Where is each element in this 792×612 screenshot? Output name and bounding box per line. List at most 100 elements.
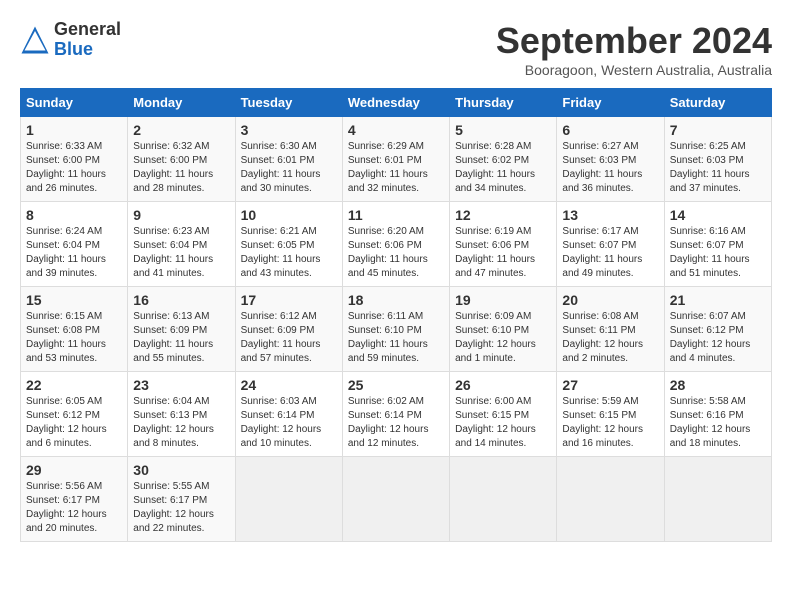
calendar-cell-w5-d7 bbox=[664, 457, 771, 542]
day-number: 21 bbox=[670, 292, 766, 308]
month-year-title: September 2024 bbox=[496, 20, 772, 62]
header-friday: Friday bbox=[557, 89, 664, 117]
day-number: 17 bbox=[241, 292, 337, 308]
calendar-cell-w3-d1: 15 Sunrise: 6:15 AM Sunset: 6:08 PM Dayli… bbox=[21, 287, 128, 372]
day-info: Sunrise: 6:00 AM Sunset: 6:15 PM Dayligh… bbox=[455, 395, 551, 451]
calendar-cell-w4-d1: 22 Sunrise: 6:05 AM Sunset: 6:12 PM Dayli… bbox=[21, 372, 128, 457]
day-info: Sunrise: 5:59 AM Sunset: 6:15 PM Dayligh… bbox=[562, 395, 658, 451]
calendar-cell-w2-d1: 8 Sunrise: 6:24 AM Sunset: 6:04 PM Daylig… bbox=[21, 202, 128, 287]
day-info: Sunrise: 5:56 AM Sunset: 6:17 PM Dayligh… bbox=[26, 480, 122, 536]
day-info: Sunrise: 6:03 AM Sunset: 6:14 PM Dayligh… bbox=[241, 395, 337, 451]
day-number: 27 bbox=[562, 377, 658, 393]
calendar-cell-w5-d2: 30 Sunrise: 5:55 AM Sunset: 6:17 PM Dayli… bbox=[128, 457, 235, 542]
day-info: Sunrise: 6:24 AM Sunset: 6:04 PM Dayligh… bbox=[26, 225, 122, 281]
calendar-cell-w3-d6: 20 Sunrise: 6:08 AM Sunset: 6:11 PM Dayli… bbox=[557, 287, 664, 372]
calendar-table: SundayMondayTuesdayWednesdayThursdayFrid… bbox=[20, 88, 772, 542]
day-info: Sunrise: 6:16 AM Sunset: 6:07 PM Dayligh… bbox=[670, 225, 766, 281]
day-number: 12 bbox=[455, 207, 551, 223]
calendar-cell-w4-d7: 28 Sunrise: 5:58 AM Sunset: 6:16 PM Dayli… bbox=[664, 372, 771, 457]
day-info: Sunrise: 6:33 AM Sunset: 6:00 PM Dayligh… bbox=[26, 140, 122, 196]
location-subtitle: Booragoon, Western Australia, Australia bbox=[496, 62, 772, 78]
page-header: General Blue September 2024 Booragoon, W… bbox=[20, 20, 772, 78]
day-number: 14 bbox=[670, 207, 766, 223]
day-number: 13 bbox=[562, 207, 658, 223]
day-number: 16 bbox=[133, 292, 229, 308]
day-info: Sunrise: 6:20 AM Sunset: 6:06 PM Dayligh… bbox=[348, 225, 444, 281]
day-info: Sunrise: 5:58 AM Sunset: 6:16 PM Dayligh… bbox=[670, 395, 766, 451]
day-info: Sunrise: 6:25 AM Sunset: 6:03 PM Dayligh… bbox=[670, 140, 766, 196]
calendar-cell-w2-d5: 12 Sunrise: 6:19 AM Sunset: 6:06 PM Dayli… bbox=[450, 202, 557, 287]
calendar-cell-w5-d4 bbox=[342, 457, 449, 542]
day-info: Sunrise: 6:29 AM Sunset: 6:01 PM Dayligh… bbox=[348, 140, 444, 196]
calendar-cell-w2-d7: 14 Sunrise: 6:16 AM Sunset: 6:07 PM Dayli… bbox=[664, 202, 771, 287]
day-info: Sunrise: 6:21 AM Sunset: 6:05 PM Dayligh… bbox=[241, 225, 337, 281]
calendar-cell-w1-d2: 2Sunrise: 6:32 AM Sunset: 6:00 PM Daylig… bbox=[128, 117, 235, 202]
day-info: Sunrise: 6:12 AM Sunset: 6:09 PM Dayligh… bbox=[241, 310, 337, 366]
day-number: 22 bbox=[26, 377, 122, 393]
calendar-cell-w4-d3: 24 Sunrise: 6:03 AM Sunset: 6:14 PM Dayli… bbox=[235, 372, 342, 457]
header-tuesday: Tuesday bbox=[235, 89, 342, 117]
day-number: 4 bbox=[348, 122, 444, 138]
calendar-cell-w5-d5 bbox=[450, 457, 557, 542]
day-info: Sunrise: 6:27 AM Sunset: 6:03 PM Dayligh… bbox=[562, 140, 658, 196]
day-number: 20 bbox=[562, 292, 658, 308]
week-row-5: 29 Sunrise: 5:56 AM Sunset: 6:17 PM Dayli… bbox=[21, 457, 772, 542]
day-number: 8 bbox=[26, 207, 122, 223]
day-number: 24 bbox=[241, 377, 337, 393]
day-number: 11 bbox=[348, 207, 444, 223]
logo: General Blue bbox=[20, 20, 121, 60]
calendar-cell-w1-d7: 7Sunrise: 6:25 AM Sunset: 6:03 PM Daylig… bbox=[664, 117, 771, 202]
week-row-2: 8 Sunrise: 6:24 AM Sunset: 6:04 PM Daylig… bbox=[21, 202, 772, 287]
day-number: 18 bbox=[348, 292, 444, 308]
day-number: 19 bbox=[455, 292, 551, 308]
day-info: Sunrise: 6:07 AM Sunset: 6:12 PM Dayligh… bbox=[670, 310, 766, 366]
day-info: Sunrise: 6:05 AM Sunset: 6:12 PM Dayligh… bbox=[26, 395, 122, 451]
day-info: Sunrise: 5:55 AM Sunset: 6:17 PM Dayligh… bbox=[133, 480, 229, 536]
title-block: September 2024 Booragoon, Western Austra… bbox=[496, 20, 772, 78]
calendar-cell-w3-d4: 18Sunrise: 6:11 AM Sunset: 6:10 PM Dayli… bbox=[342, 287, 449, 372]
calendar-cell-w1-d3: 3 Sunrise: 6:30 AM Sunset: 6:01 PM Daylig… bbox=[235, 117, 342, 202]
day-number: 15 bbox=[26, 292, 122, 308]
header-monday: Monday bbox=[128, 89, 235, 117]
calendar-cell-w1-d5: 5Sunrise: 6:28 AM Sunset: 6:02 PM Daylig… bbox=[450, 117, 557, 202]
calendar-cell-w2-d2: 9Sunrise: 6:23 AM Sunset: 6:04 PM Daylig… bbox=[128, 202, 235, 287]
calendar-cell-w4-d4: 25 Sunrise: 6:02 AM Sunset: 6:14 PM Dayli… bbox=[342, 372, 449, 457]
calendar-cell-w2-d3: 10 Sunrise: 6:21 AM Sunset: 6:05 PM Dayli… bbox=[235, 202, 342, 287]
day-number: 10 bbox=[241, 207, 337, 223]
day-info: Sunrise: 6:13 AM Sunset: 6:09 PM Dayligh… bbox=[133, 310, 229, 366]
day-info: Sunrise: 6:15 AM Sunset: 6:08 PM Dayligh… bbox=[26, 310, 122, 366]
logo-icon bbox=[20, 25, 50, 55]
day-number: 3 bbox=[241, 122, 337, 138]
day-info: Sunrise: 6:08 AM Sunset: 6:11 PM Dayligh… bbox=[562, 310, 658, 366]
calendar-cell-w3-d3: 17 Sunrise: 6:12 AM Sunset: 6:09 PM Dayli… bbox=[235, 287, 342, 372]
week-row-3: 15 Sunrise: 6:15 AM Sunset: 6:08 PM Dayli… bbox=[21, 287, 772, 372]
day-info: Sunrise: 6:19 AM Sunset: 6:06 PM Dayligh… bbox=[455, 225, 551, 281]
day-info: Sunrise: 6:04 AM Sunset: 6:13 PM Dayligh… bbox=[133, 395, 229, 451]
calendar-cell-w2-d4: 11 Sunrise: 6:20 AM Sunset: 6:06 PM Dayli… bbox=[342, 202, 449, 287]
day-number: 30 bbox=[133, 462, 229, 478]
header-sunday: Sunday bbox=[21, 89, 128, 117]
day-number: 25 bbox=[348, 377, 444, 393]
day-number: 6 bbox=[562, 122, 658, 138]
logo-text: General Blue bbox=[54, 20, 121, 60]
calendar-cell-w1-d4: 4 Sunrise: 6:29 AM Sunset: 6:01 PM Daylig… bbox=[342, 117, 449, 202]
calendar-cell-w5-d3 bbox=[235, 457, 342, 542]
header-thursday: Thursday bbox=[450, 89, 557, 117]
calendar-cell-w3-d2: 16 Sunrise: 6:13 AM Sunset: 6:09 PM Dayli… bbox=[128, 287, 235, 372]
calendar-cell-w4-d6: 27 Sunrise: 5:59 AM Sunset: 6:15 PM Dayli… bbox=[557, 372, 664, 457]
day-info: Sunrise: 6:02 AM Sunset: 6:14 PM Dayligh… bbox=[348, 395, 444, 451]
day-number: 23 bbox=[133, 377, 229, 393]
calendar-cell-w4-d2: 23 Sunrise: 6:04 AM Sunset: 6:13 PM Dayli… bbox=[128, 372, 235, 457]
day-number: 1 bbox=[26, 122, 122, 138]
calendar-cell-w5-d1: 29 Sunrise: 5:56 AM Sunset: 6:17 PM Dayli… bbox=[21, 457, 128, 542]
day-info: Sunrise: 6:23 AM Sunset: 6:04 PM Dayligh… bbox=[133, 225, 229, 281]
day-number: 2 bbox=[133, 122, 229, 138]
day-number: 28 bbox=[670, 377, 766, 393]
day-number: 5 bbox=[455, 122, 551, 138]
day-number: 29 bbox=[26, 462, 122, 478]
calendar-cell-w2-d6: 13Sunrise: 6:17 AM Sunset: 6:07 PM Dayli… bbox=[557, 202, 664, 287]
header-saturday: Saturday bbox=[664, 89, 771, 117]
day-number: 26 bbox=[455, 377, 551, 393]
calendar-cell-w1-d6: 6 Sunrise: 6:27 AM Sunset: 6:03 PM Daylig… bbox=[557, 117, 664, 202]
day-info: Sunrise: 6:30 AM Sunset: 6:01 PM Dayligh… bbox=[241, 140, 337, 196]
